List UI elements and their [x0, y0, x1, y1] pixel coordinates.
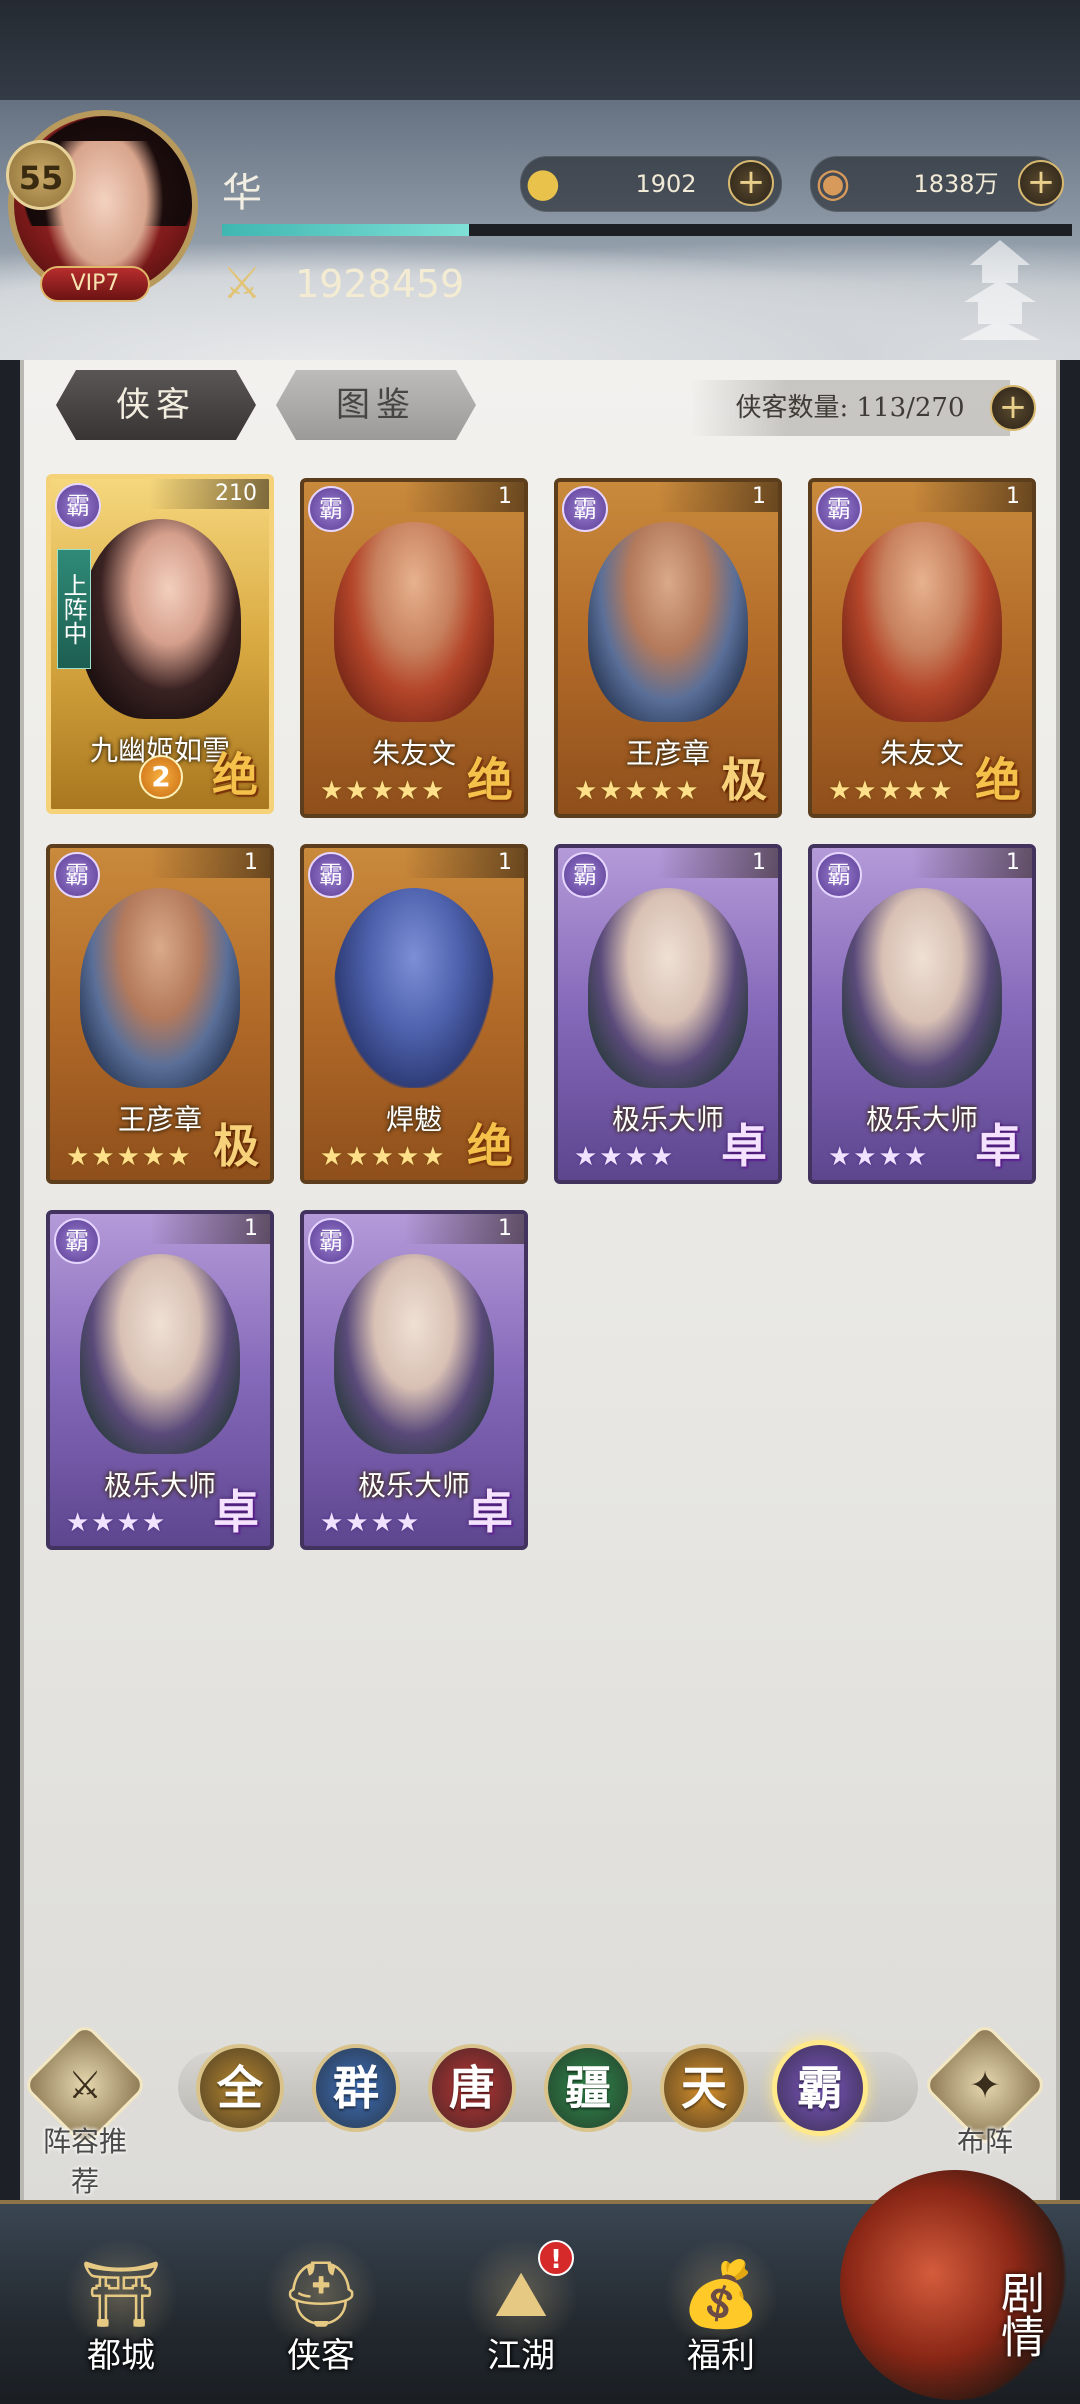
faction-icon: 霸: [54, 1218, 100, 1264]
filter-jiang-button[interactable]: 疆: [544, 2044, 632, 2132]
rank-badge: 绝: [467, 753, 513, 807]
faction-icon: 霸: [55, 483, 101, 529]
rank-badge: 绝: [467, 1119, 513, 1173]
filter-ba-button[interactable]: 霸: [772, 2040, 868, 2136]
hero-level: 1: [912, 482, 1032, 512]
hero-card[interactable]: 霸 1 朱友文 ★★★★★ 绝: [300, 478, 528, 818]
player-name: 华: [222, 170, 262, 216]
hero-card[interactable]: 霸 1 极乐大师 ★★★★ 卓: [300, 1210, 528, 1550]
formation-label: 布阵: [956, 2125, 1013, 2158]
hero-level: 1: [912, 848, 1032, 878]
faction-icon: 霸: [562, 486, 608, 532]
hero-portrait: [81, 519, 241, 719]
add-coin-button[interactable]: +: [1018, 160, 1064, 206]
copper-coin-icon: ◉: [815, 160, 851, 206]
faction-icon: 霸: [562, 852, 608, 898]
faction-icon: 霸: [308, 1218, 354, 1264]
hero-card[interactable]: 霸 210 上阵中 九幽姬如雪 2 绝: [46, 474, 274, 814]
hero-level: 1: [150, 1214, 270, 1244]
hero-card[interactable]: 霸 1 焊魃 ★★★★★ 绝: [300, 844, 528, 1184]
rank-badge: 极: [721, 753, 767, 807]
awaken-badge: 2: [139, 755, 183, 799]
deployed-tag: 上阵中: [57, 549, 91, 669]
hero-stars: ★★★★: [574, 1142, 676, 1172]
hero-card[interactable]: 霸 1 王彦章 ★★★★★ 极: [554, 478, 782, 818]
combat-power: 1928459: [295, 262, 465, 306]
filter-all-button[interactable]: 全: [196, 2044, 284, 2132]
rank-badge: 卓: [213, 1485, 259, 1539]
hero-stars: ★★★★: [320, 1508, 422, 1538]
faction-icon: 霸: [308, 852, 354, 898]
nav-welfare[interactable]: 💰 福利: [646, 2240, 796, 2399]
nav-welfare-label: 福利: [687, 2336, 755, 2376]
hero-level: 210: [149, 479, 269, 509]
hero-portrait: [334, 1254, 494, 1454]
hero-card[interactable]: 霸 1 极乐大师 ★★★★ 卓: [46, 1210, 274, 1550]
gold-ingot-value: 1902: [635, 170, 697, 198]
player-level-badge: 55: [6, 140, 76, 210]
rank-badge: 绝: [212, 748, 258, 802]
filter-qun-button[interactable]: 群: [312, 2044, 400, 2132]
hero-level: 1: [658, 848, 778, 878]
rank-badge: 卓: [467, 1485, 513, 1539]
pagoda-decoration-icon: [960, 240, 1040, 340]
hero-portrait: [588, 522, 748, 722]
rank-badge: 绝: [975, 753, 1021, 807]
faction-icon: 霸: [308, 486, 354, 532]
vip-badge[interactable]: VIP7: [40, 266, 150, 302]
hero-count: 侠客数量: 113/270: [690, 380, 1010, 436]
nav-heroes[interactable]: ⛑ 侠客: [246, 2240, 396, 2399]
formation-button[interactable]: ✦ 布阵: [921, 2021, 1049, 2170]
nav-jianghu[interactable]: ⛰ ! 江湖: [446, 2240, 596, 2399]
nav-jianghu-label: 江湖: [487, 2336, 555, 2376]
lineup-recommend-button[interactable]: ⚔ 阵容推荐: [21, 2021, 149, 2210]
hero-stars: ★★★★: [66, 1508, 168, 1538]
hero-portrait: [334, 888, 494, 1088]
faction-icon: 霸: [816, 486, 862, 532]
filter-tang-button[interactable]: 唐: [428, 2044, 516, 2132]
hero-stars: ★★★★★: [320, 776, 447, 806]
nav-capital[interactable]: ⛩ 都城: [46, 2240, 196, 2399]
nav-heroes-label: 侠客: [287, 2336, 355, 2376]
nav-capital-label: 都城: [87, 2336, 155, 2376]
tab-codex[interactable]: 图鉴: [276, 370, 476, 440]
rank-badge: 卓: [721, 1119, 767, 1173]
add-gold-button[interactable]: +: [728, 160, 774, 206]
hero-level: 1: [658, 482, 778, 512]
hero-stars: ★★★★★: [320, 1142, 447, 1172]
hero-level: 1: [404, 848, 524, 878]
alert-badge: !: [538, 2240, 574, 2276]
hero-level: 1: [150, 848, 270, 878]
hero-card[interactable]: 霸 1 朱友文 ★★★★★ 绝: [808, 478, 1036, 818]
xp-bar-fill: [222, 224, 469, 236]
hero-portrait: [80, 888, 240, 1088]
coin-value: 1838万: [913, 170, 999, 198]
faction-icon: 霸: [54, 852, 100, 898]
hero-level: 1: [404, 482, 524, 512]
rank-badge: 卓: [975, 1119, 1021, 1173]
hero-portrait: [334, 522, 494, 722]
xp-bar: [222, 224, 1072, 236]
story-label: 剧情: [993, 2270, 1044, 2358]
lineup-recommend-label: 阵容推荐: [42, 2125, 127, 2198]
hero-portrait: [842, 888, 1002, 1088]
rank-badge: 极: [213, 1119, 259, 1173]
hero-stars: ★★★★★: [574, 776, 701, 806]
hero-card[interactable]: 霸 1 王彦章 ★★★★★ 极: [46, 844, 274, 1184]
hero-portrait: [588, 888, 748, 1088]
expand-hero-slots-button[interactable]: +: [990, 385, 1036, 431]
hero-card[interactable]: 霸 1 极乐大师 ★★★★ 卓: [808, 844, 1036, 1184]
hero-portrait: [80, 1254, 240, 1454]
hero-stars: ★★★★★: [66, 1142, 193, 1172]
hero-level: 1: [404, 1214, 524, 1244]
filter-tian-button[interactable]: 天: [660, 2044, 748, 2132]
hero-stars: ★★★★★: [828, 776, 955, 806]
hero-portrait: [842, 522, 1002, 722]
tab-heroes[interactable]: 侠客: [56, 370, 256, 440]
faction-icon: 霸: [816, 852, 862, 898]
gold-ingot-icon: ●: [525, 160, 561, 206]
crossed-swords-icon: ⚔: [222, 258, 262, 309]
hero-card[interactable]: 霸 1 极乐大师 ★★★★ 卓: [554, 844, 782, 1184]
hero-stars: ★★★★: [828, 1142, 930, 1172]
